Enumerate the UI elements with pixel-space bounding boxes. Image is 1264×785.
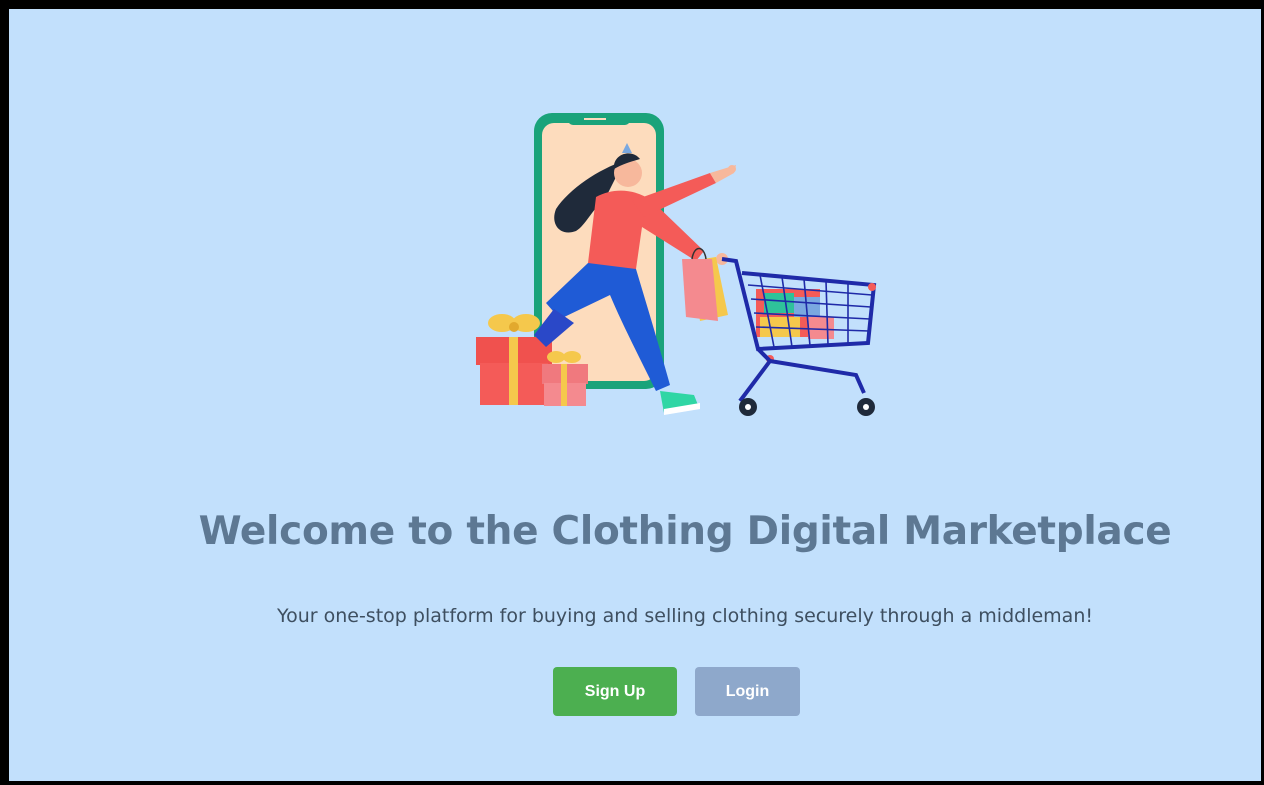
- auth-actions: Sign Up Login: [553, 667, 800, 716]
- shopping-cart-icon: [721, 257, 877, 416]
- login-button[interactable]: Login: [695, 667, 800, 716]
- signup-button[interactable]: Sign Up: [553, 667, 677, 716]
- page-title: Welcome to the Clothing Digital Marketpl…: [198, 509, 1172, 554]
- landing-page: Welcome to the Clothing Digital Marketpl…: [9, 9, 1261, 781]
- tagline: Your one-stop platform for buying and se…: [277, 605, 1093, 627]
- shopping-illustration: [476, 113, 877, 416]
